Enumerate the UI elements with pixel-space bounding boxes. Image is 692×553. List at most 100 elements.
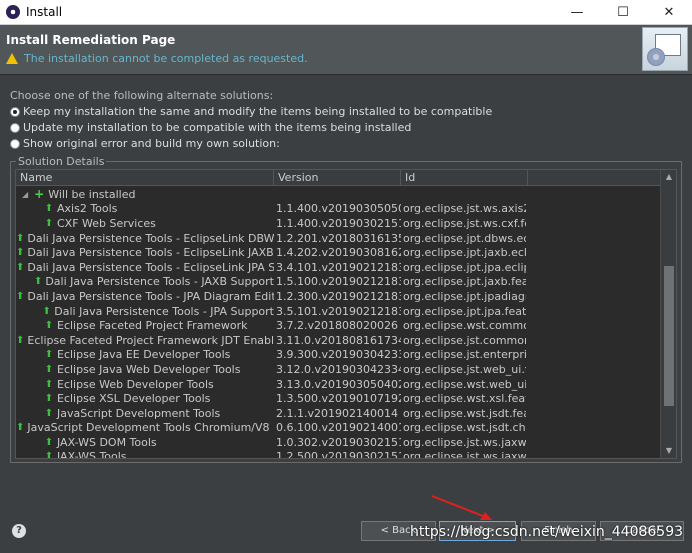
item-name: Dali Java Persistence Tools - JPA Suppor…	[54, 304, 274, 318]
table-row[interactable]: ⬆ JavaScript Development Tools Chromium/V…	[16, 421, 661, 436]
install-arrow-icon: ⬆	[44, 393, 54, 405]
table-row[interactable]: ⬆ Axis2 Tools 1.1.400.v201903050508 org.ecl…	[16, 202, 661, 217]
version-cell: 1.2.300.v201902121834	[276, 289, 401, 303]
version-cell: 3.7.2.v201808020026	[276, 319, 398, 333]
option-show-original-error[interactable]: Show original error and build my own sol…	[10, 137, 280, 150]
add-icon: +	[34, 187, 45, 202]
option-update-installation[interactable]: Update my installation to be compatible …	[10, 121, 411, 134]
version-cell: 1.5.100.v201902121834	[276, 275, 401, 289]
scroll-down-icon[interactable]: ▼	[661, 444, 676, 458]
name-cell: ⬆ Eclipse Java EE Developer Tools	[16, 348, 274, 361]
disc-icon	[647, 48, 665, 66]
maximize-button[interactable]: ☐	[600, 0, 646, 25]
name-cell: ⬆ Eclipse Faceted Project Framework JDT E…	[16, 334, 274, 347]
page-header: Install Remediation Page The installatio…	[0, 25, 692, 75]
vertical-scrollbar[interactable]: ▲ ▼	[660, 170, 676, 458]
item-name: JavaScript Development Tools	[57, 406, 221, 420]
name-cell: ⬆ Axis2 Tools	[16, 202, 274, 215]
id-cell: org.eclipse.wst.jsdt.chromiu...	[403, 421, 526, 435]
table-row[interactable]: ⬆ Dali Java Persistence Tools - EclipseLi…	[16, 260, 661, 275]
table-row[interactable]: ⬆ Eclipse Faceted Project Framework 3.7.2.…	[16, 318, 661, 333]
name-cell: ⬆ Eclipse Faceted Project Framework	[16, 319, 274, 332]
item-name: Eclipse Java Web Developer Tools	[57, 362, 241, 376]
item-name: Dali Java Persistence Tools - EclipseLin…	[27, 260, 274, 274]
id-cell: org.eclipse.jpt.jpadiagrame...	[403, 289, 526, 303]
table-row[interactable]: ⬆ JAX-WS Tools 1.2.500.v201903021515 org.ec…	[16, 450, 661, 458]
window-title: Install	[26, 5, 63, 19]
table-row[interactable]: ⬆ Eclipse XSL Developer Tools 1.3.500.v201…	[16, 391, 661, 406]
item-name: Eclipse Web Developer Tools	[57, 377, 214, 391]
id-cell: org.eclipse.jpt.jaxb.feature.f...	[403, 275, 526, 289]
option-label: Show original error and build my own sol…	[23, 137, 280, 150]
table-row[interactable]: ⬆ JAX-WS DOM Tools 1.0.302.v201903021515 or…	[16, 435, 661, 450]
collapse-icon[interactable]: ◢	[22, 190, 28, 199]
install-arrow-icon: ⬆	[44, 363, 54, 375]
table-row[interactable]: ⬆ Dali Java Persistence Tools - JPA Diagr…	[16, 289, 661, 304]
id-cell: org.eclipse.jst.ws.cxf.feature...	[403, 216, 526, 230]
group-legend: Solution Details	[16, 155, 107, 168]
name-cell: ⬆ Dali Java Persistence Tools - JPA Diagr…	[16, 290, 274, 303]
id-cell: org.eclipse.jst.common.fpro...	[403, 333, 526, 347]
column-name[interactable]: Name	[16, 170, 274, 186]
name-cell: ⬆ CXF Web Services	[16, 217, 274, 230]
table-row[interactable]: ⬆ Dali Java Persistence Tools - EclipseLi…	[16, 231, 661, 246]
item-name: CXF Web Services	[57, 216, 156, 230]
table-row[interactable]: ⬆ Dali Java Persistence Tools - JAXB Supp…	[16, 275, 661, 290]
name-cell: ⬆ Eclipse Java Web Developer Tools	[16, 363, 274, 376]
name-cell: ⬆ JavaScript Development Tools Chromium/V…	[16, 421, 274, 434]
help-icon[interactable]: ?	[12, 524, 26, 538]
id-cell: org.eclipse.jst.ws.axis2tools...	[403, 202, 526, 216]
version-cell: 3.5.101.v201902121834	[276, 304, 401, 318]
name-cell: ⬆ JAX-WS Tools	[16, 450, 274, 458]
version-cell: 0.6.100.v201902140014	[276, 421, 401, 435]
radio-button[interactable]	[10, 122, 20, 133]
warning-message: The installation cannot be completed as …	[6, 52, 308, 65]
warning-icon	[6, 53, 18, 64]
version-cell: 1.1.400.v201903021515	[276, 216, 401, 230]
table-row[interactable]: ⬆ Eclipse Java EE Developer Tools 3.9.300.…	[16, 348, 661, 363]
options-label: Choose one of the following alternate so…	[10, 89, 274, 102]
install-banner-icon	[642, 27, 688, 71]
table-row[interactable]: ⬆ JavaScript Development Tools 2.1.1.v2019…	[16, 406, 661, 421]
scroll-thumb[interactable]	[664, 266, 674, 406]
radio-button[interactable]	[10, 106, 20, 117]
version-cell: 3.13.0.v201903050402	[276, 377, 401, 391]
install-arrow-icon: ⬆	[44, 378, 54, 390]
item-name: JavaScript Development Tools Chromium/V8…	[27, 421, 274, 435]
table-row[interactable]: ⬆ Eclipse Faceted Project Framework JDT E…	[16, 333, 661, 348]
table-row[interactable]: ⬆ CXF Web Services 1.1.400.v201903021515 or…	[16, 216, 661, 231]
install-arrow-icon: ⬆	[16, 422, 25, 434]
column-empty	[528, 170, 661, 186]
solution-tree-table[interactable]: Name Version Id ◢ + Will be installed ⬆ A…	[15, 169, 677, 459]
radio-button[interactable]	[10, 138, 20, 149]
id-cell: org.eclipse.wst.xsl.feature.fe...	[403, 392, 526, 406]
item-name: Eclipse XSL Developer Tools	[57, 392, 211, 406]
minimize-button[interactable]: —	[554, 0, 600, 25]
item-name: Eclipse Java EE Developer Tools	[57, 348, 231, 362]
install-arrow-icon: ⬆	[16, 261, 25, 273]
option-label: Update my installation to be compatible …	[23, 121, 412, 134]
install-arrow-icon: ⬆	[44, 349, 54, 361]
id-cell: org.eclipse.wst.jsdt.feature.f...	[403, 406, 526, 420]
eclipse-icon	[6, 5, 20, 19]
install-arrow-icon: ⬆	[44, 451, 54, 458]
table-row[interactable]: ⬆ Dali Java Persistence Tools - JPA Suppo…	[16, 304, 661, 319]
column-id[interactable]: Id	[401, 170, 528, 186]
column-version[interactable]: Version	[274, 170, 401, 186]
scroll-up-icon[interactable]: ▲	[661, 170, 676, 184]
install-arrow-icon: ⬆	[42, 305, 51, 317]
version-cell: 3.4.101.v201902121834	[276, 260, 401, 274]
red-arrow-icon	[431, 495, 492, 520]
close-button[interactable]: ✕	[646, 0, 692, 25]
table-row[interactable]: ⬆ Eclipse Java Web Developer Tools 3.12.0.…	[16, 362, 661, 377]
install-arrow-icon: ⬆	[16, 232, 25, 244]
table-row[interactable]: ⬆ Dali Java Persistence Tools - EclipseLi…	[16, 245, 661, 260]
root-label: Will be installed	[48, 187, 136, 201]
item-name: Dali Java Persistence Tools - JAXB Suppo…	[45, 275, 274, 289]
tree-root-row[interactable]: ◢ + Will be installed	[16, 187, 661, 202]
table-row[interactable]: ⬆ Eclipse Web Developer Tools 3.13.0.v2019…	[16, 377, 661, 392]
item-name: Dali Java Persistence Tools - EclipseLin…	[27, 246, 274, 260]
option-keep-installation[interactable]: Keep my installation the same and modify…	[10, 105, 492, 118]
install-arrow-icon: ⬆	[33, 276, 43, 288]
item-name: Axis2 Tools	[57, 202, 118, 216]
